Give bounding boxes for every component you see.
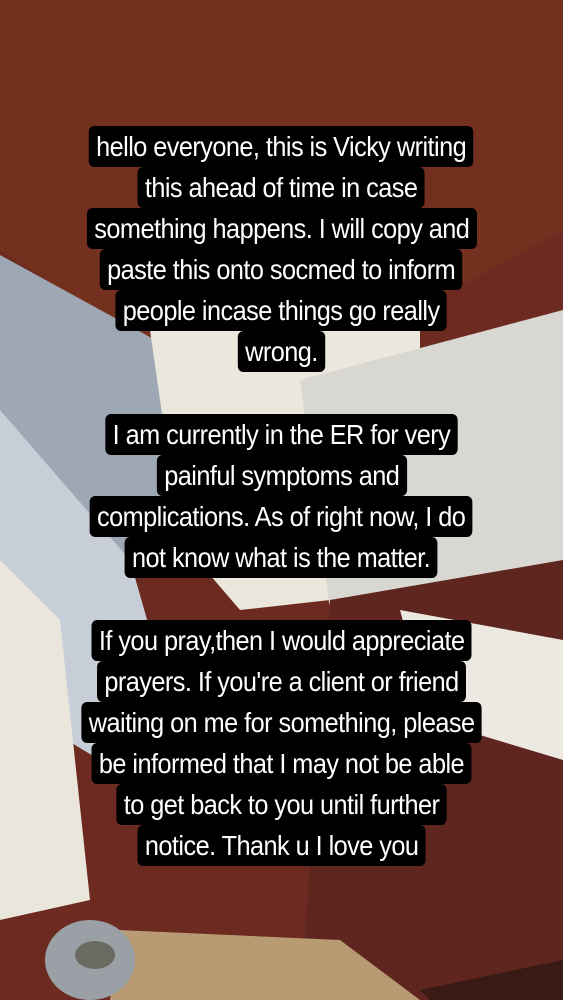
text-line: to get back to you until further [116,784,447,825]
text-line: hello everyone, this is Vicky writing [89,126,474,167]
text-line: people incase things go really [115,290,448,331]
text-line: wrong. [237,331,326,372]
text-line: complications. As of right now, I do [89,496,473,537]
shoe-logo [75,941,115,969]
text-line: paste this onto socmed to inform [100,249,463,290]
text-line: waiting on me for something, please [81,702,482,743]
story-text-block-2: I am currently in the ER for very painfu… [0,414,563,578]
text-line: be informed that I may not be able [91,743,472,784]
text-line: If you pray,then I would appreciate [91,620,472,661]
text-line: painful symptoms and [156,455,407,496]
text-line: prayers. If you're a client or friend [97,661,466,702]
text-line: notice. Thank u I love you [137,825,426,866]
story-text-block-1: hello everyone, this is Vicky writing th… [0,126,563,372]
story-text-block-3: If you pray,then I would appreciate pray… [0,620,563,866]
text-line: I am currently in the ER for very [105,414,458,455]
text-line: something happens. I will copy and [86,208,477,249]
text-line: not know what is the matter. [125,537,438,578]
text-line: this ahead of time in case [137,167,426,208]
